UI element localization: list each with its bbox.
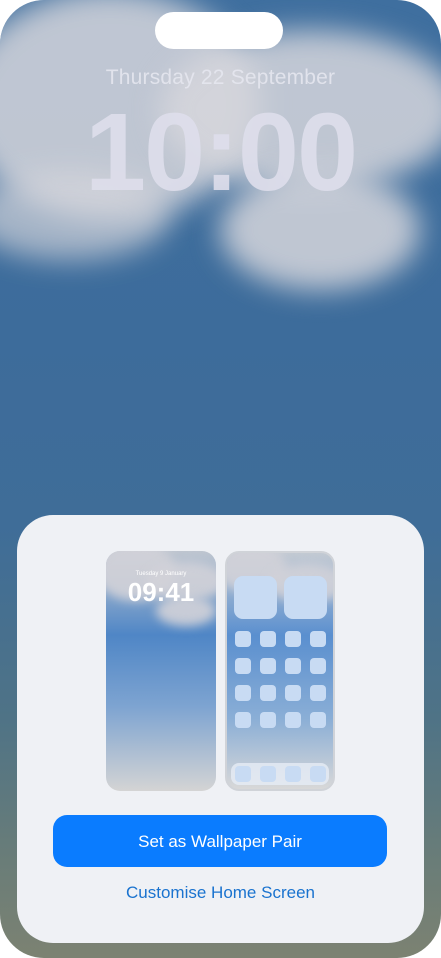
app-icon-placeholder (235, 658, 251, 674)
wallpaper-pair-sheet: Tuesday 9 January 09:41 Set as Wallpaper… (17, 515, 424, 943)
customise-home-screen-link[interactable]: Customise Home Screen (17, 883, 424, 903)
preview-time: 09:41 (127, 577, 195, 607)
app-icon-placeholder (235, 685, 251, 701)
app-icon-placeholder (310, 712, 326, 728)
dock-icon-placeholder (285, 766, 301, 782)
app-icon-placeholder (285, 631, 301, 647)
home-screen-preview[interactable] (225, 551, 335, 791)
lock-screen-date: Thursday 22 September (105, 66, 336, 89)
app-icon-placeholder (285, 685, 301, 701)
app-icon-placeholder (310, 685, 326, 701)
app-icon-placeholder (285, 658, 301, 674)
dock (231, 763, 329, 785)
dock-icon-placeholder (260, 766, 276, 782)
dock-icon-placeholder (310, 766, 326, 782)
dock-icon-placeholder (235, 766, 251, 782)
widget-placeholder (284, 576, 327, 619)
app-icon-placeholder (235, 631, 251, 647)
widget-placeholder (234, 576, 277, 619)
app-icon-placeholder (260, 712, 276, 728)
app-icon-placeholder (260, 631, 276, 647)
app-icon-placeholder (260, 685, 276, 701)
app-icon-placeholder (310, 631, 326, 647)
app-icon-placeholder (310, 658, 326, 674)
wallpaper-preview-screen: Thursday 22 September 10:00 Tuesday 9 Ja… (0, 0, 441, 958)
lock-screen-time: 10:00 (84, 91, 358, 214)
app-icon-placeholder (235, 712, 251, 728)
set-as-wallpaper-pair-button[interactable]: Set as Wallpaper Pair (53, 815, 387, 867)
app-icon-placeholder (260, 658, 276, 674)
lock-screen-preview[interactable]: Tuesday 9 January 09:41 (106, 551, 216, 791)
app-icon-placeholder (285, 712, 301, 728)
dynamic-island (155, 12, 283, 49)
